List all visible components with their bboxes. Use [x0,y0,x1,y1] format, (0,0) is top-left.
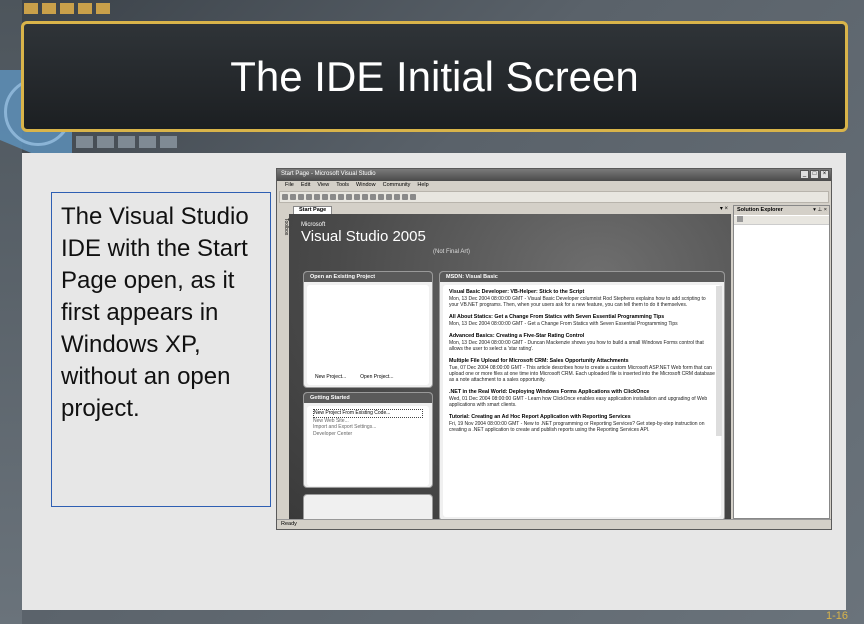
stop-icon[interactable] [378,194,384,200]
menu-tools[interactable]: Tools [336,182,349,189]
new-project-link[interactable]: New Project... [315,374,346,380]
solution-explorer-title: Solution Explorer [737,207,783,213]
open-project-title: Open an Existing Project [304,272,432,282]
news-desc: Tue, 07 Dec 2004 08:00:00 GMT - This art… [449,365,715,383]
menu-window[interactable]: Window [356,182,376,189]
close-icon[interactable]: × [820,170,829,179]
news-title[interactable]: Tutorial: Creating an Ad Hoc Report Appl… [449,414,715,420]
new-project-icon[interactable] [282,194,288,200]
tab-close-icon[interactable]: ▾ × [720,205,728,212]
copy-icon[interactable] [330,194,336,200]
menu-view[interactable]: View [317,182,329,189]
slide-title-bar: The IDE Initial Screen [21,21,848,132]
mid-decor-squares [76,136,177,148]
cut-icon[interactable] [322,194,328,200]
vs-window-title: Start Page - Microsoft Visual Studio [281,171,376,177]
solution-explorer-icon[interactable] [394,194,400,200]
pause-icon[interactable] [370,194,376,200]
maximize-icon[interactable]: □ [810,170,819,179]
vs-screenshot: Start Page - Microsoft Visual Studio _ □… [276,168,832,530]
headlines-panel [303,494,433,519]
toolbox-icon[interactable] [410,194,416,200]
paste-icon[interactable] [338,194,344,200]
minimize-icon[interactable]: _ [800,170,809,179]
pin-close-icon[interactable]: ▾ ⊥ × [813,207,827,213]
getting-started-list: New Project From Existing Code... New We… [307,406,429,486]
getting-started-title: Getting Started [304,393,432,403]
news-desc: Wed, 01 Dec 2004 08:00:00 GMT - Learn ho… [449,396,708,408]
news-item: Tutorial: Creating an Ad Hoc Report Appl… [449,414,715,433]
news-desc: Mon, 13 Dec 2004 08:00:00 GMT - Duncan M… [449,340,704,352]
slide-number: 1-16 [825,610,848,622]
slide-title: The IDE Initial Screen [230,52,639,100]
msdn-news-list: Visual Basic Developer: VB-Helper: Stick… [443,285,721,517]
open-project-panel: Open an Existing Project New Project... … [303,271,433,388]
vs-logo-name: Visual Studio 2005 [301,228,426,245]
news-desc: Fri, 19 Nov 2004 08:00:00 GMT - New to .… [449,421,705,433]
vs-toolbar [279,191,829,203]
vs-logo: Microsoft Visual Studio 2005 (Not Final … [301,222,470,255]
news-title[interactable]: Visual Basic Developer: VB-Helper: Stick… [449,289,715,295]
news-desc: Mon, 13 Dec 2004 08:00:00 GMT - Get a Ch… [449,321,678,327]
save-all-icon[interactable] [314,194,320,200]
properties-icon[interactable] [737,216,743,222]
start-page: Microsoft Visual Studio 2005 (Not Final … [289,214,731,519]
top-decor-squares [24,3,110,14]
redo-icon[interactable] [354,194,360,200]
gs-item-developer-center[interactable]: Developer Center [313,431,423,438]
getting-started-panel: Getting Started New Project From Existin… [303,392,433,488]
msdn-title: MSDN: Visual Basic [440,272,724,282]
msdn-panel: MSDN: Visual Basic Visual Basic Develope… [439,271,725,519]
news-title[interactable]: Multiple File Upload for Microsoft CRM: … [449,358,715,364]
tab-start-page[interactable]: Start Page [293,206,333,214]
solution-explorer-pane: Solution Explorer ▾ ⊥ × [733,205,830,519]
menu-file[interactable]: File [285,182,294,189]
news-title[interactable]: .NET in the Real World: Deploying Window… [449,389,715,395]
undo-icon[interactable] [346,194,352,200]
news-title[interactable]: All About Statics: Get a Change From Sta… [449,314,715,320]
news-desc: Mon, 13 Dec 2004 08:00:00 GMT - Visual B… [449,296,706,308]
recent-projects-list: New Project... Open Project... [307,285,429,385]
menu-community[interactable]: Community [383,182,411,189]
menu-help[interactable]: Help [417,182,428,189]
properties-icon[interactable] [402,194,408,200]
document-area: Start Page ▾ × Toolbox Microsoft Visual … [279,205,731,519]
solution-explorer-toolbar [734,216,829,225]
open-icon[interactable] [298,194,304,200]
slide-textbox: The Visual Studio IDE with the Start Pag… [51,192,271,507]
start-debug-icon[interactable] [362,194,368,200]
document-tabs: Start Page ▾ × [279,205,731,214]
vs-logo-note: (Not Final Art) [433,249,471,255]
news-item: All About Statics: Get a Change From Sta… [449,314,715,327]
open-project-link[interactable]: Open Project... [360,374,393,380]
menu-edit[interactable]: Edit [301,182,310,189]
save-icon[interactable] [306,194,312,200]
toolbox-tab[interactable]: Toolbox [279,214,289,519]
gs-item-new-project-existing[interactable]: New Project From Existing Code... [313,409,423,418]
slide-body-text: The Visual Studio IDE with the Start Pag… [61,203,249,422]
msdn-scrollbar[interactable] [716,286,722,436]
add-item-icon[interactable] [290,194,296,200]
vs-title-bar: Start Page - Microsoft Visual Studio _ □… [277,169,831,181]
solution-explorer-header: Solution Explorer ▾ ⊥ × [734,206,829,215]
status-bar: Ready [277,519,831,529]
news-item: .NET in the Real World: Deploying Window… [449,389,715,408]
news-title[interactable]: Advanced Basics: Creating a Five-Star Ra… [449,333,715,339]
news-item: Visual Basic Developer: VB-Helper: Stick… [449,289,715,308]
vs-menu-bar: File Edit View Tools Window Community He… [277,181,831,190]
find-icon[interactable] [386,194,392,200]
news-item: Advanced Basics: Creating a Five-Star Ra… [449,333,715,352]
news-item: Multiple File Upload for Microsoft CRM: … [449,358,715,383]
